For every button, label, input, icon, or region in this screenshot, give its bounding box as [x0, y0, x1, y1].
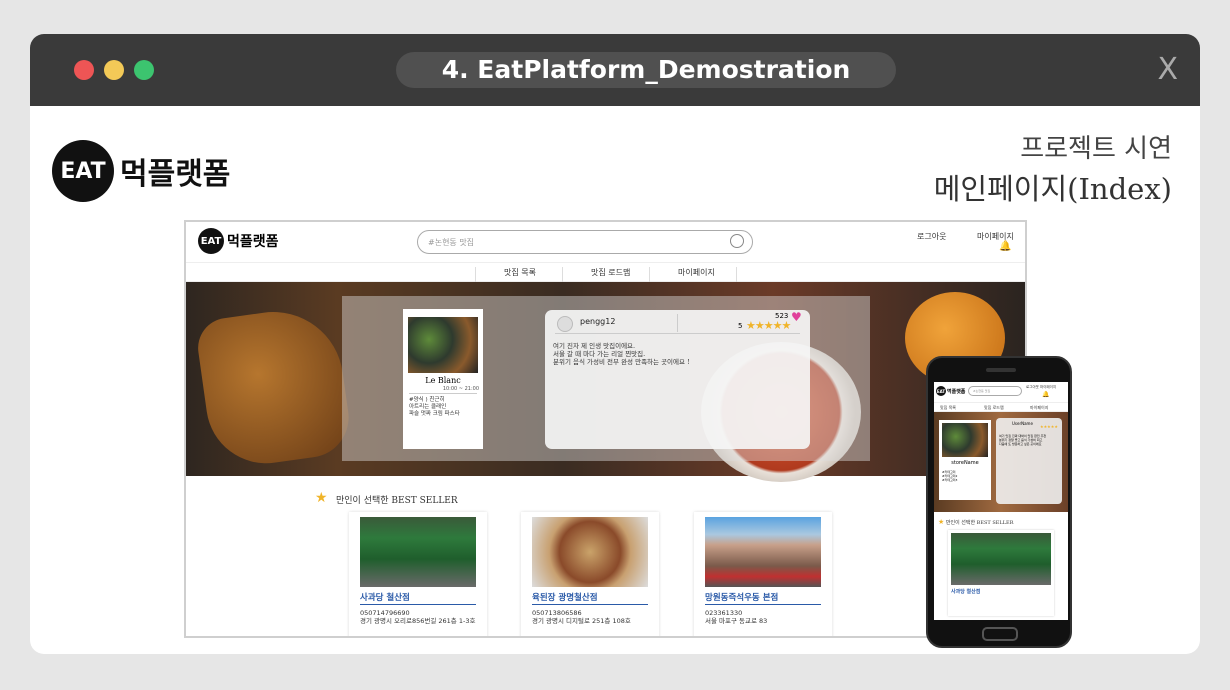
store-name[interactable]: 망원동즉석우동 본점 [705, 591, 778, 603]
mobile-search-input[interactable]: #논현동 맛집 [968, 386, 1022, 396]
store-name: storeName [951, 460, 979, 466]
store-image [360, 517, 476, 587]
search-input[interactable]: #논현동 맛집 [417, 230, 753, 254]
bestseller-label: 만인이 선택한 BEST SELLER [945, 520, 1014, 526]
store-phone: 050713806586 [532, 609, 582, 617]
bell-icon[interactable]: 🔔 [1042, 391, 1049, 398]
slide-subheading: 메인페이지(Index) [933, 172, 1172, 206]
divider [409, 393, 477, 394]
store-card[interactable]: 망원동즉석우동 본점 023361330 서울 마포구 동교로 83 [694, 512, 832, 636]
close-icon[interactable]: X [1157, 52, 1178, 88]
site-logo-text: 먹플랫폼 [227, 234, 279, 250]
main-nav: 맛집 목록 맛집 로드맵 마이페이지 [186, 262, 1025, 283]
minimize-dot-icon[interactable] [104, 60, 124, 80]
store-address: 경기 광명시 오리로856번길 261층 1-3호 [360, 617, 476, 625]
mobile-bestseller-title: ★ 만인이 선택한 BEST SELLER [938, 518, 1013, 526]
store-address: 경기 광명시 디지털로 251층 108호 [532, 617, 631, 625]
window-title: 4. EatPlatform_Demostration [396, 52, 896, 88]
slide-heading: 프로젝트 시연 [1020, 134, 1172, 164]
avatar [557, 316, 573, 332]
site-logo-mark: EAT [198, 228, 224, 254]
star-rating-icon: ★★★★★ [746, 319, 791, 332]
review-score: 5 [738, 322, 743, 330]
hero-banner: Le Blanc 10:00 ~ 21:00 #양식 ) 친근히 아트리는 클래… [186, 282, 1025, 531]
divider [360, 604, 476, 605]
close-dot-icon[interactable] [74, 60, 94, 80]
featured-store-name: Le Blanc [425, 376, 461, 385]
maximize-dot-icon[interactable] [134, 60, 154, 80]
mobile-top-links[interactable]: 로그아웃 마이페이지 [1026, 385, 1056, 390]
review-text: 여기 맛집 진짜 대박이 맛집 완전 추천 분위기 정말 좋고 음식 가성비 최… [999, 434, 1047, 446]
store-name[interactable]: 사과당 철산점 [951, 588, 980, 595]
star-icon: ★ [315, 490, 328, 506]
mobile-nav: 맛집 목록 맛집 로드맵 마이페이지 [934, 402, 1068, 412]
star-rating-icon: ★★★★★ [1040, 424, 1058, 429]
mobile-store-card[interactable]: 사과당 철산점 [948, 530, 1054, 616]
nav-item-mypage[interactable]: 마이페이지 [649, 267, 737, 283]
mobile-logo-text: 먹플랫폼 [947, 388, 966, 395]
logo-mark: EAT [52, 140, 114, 202]
presentation-window: 4. EatPlatform_Demostration X EAT 먹플랫폼 프… [30, 34, 1200, 654]
review-card[interactable]: pengg12 523 ♥ 5 ★★★★★ 여기 진자 제 인생 맛집이에요. … [545, 310, 810, 449]
mobile-store-card[interactable]: storeName #카테고리 #카테고리2 #카테고리3 [939, 420, 991, 500]
store-card[interactable]: 사과당 철산점 050714796690 경기 광명시 오리로856번길 261… [349, 512, 487, 636]
mobile-screen: EAT 먹플랫폼 #논현동 맛집 로그아웃 마이페이지 🔔 맛집 목록 맛집 로… [934, 382, 1068, 620]
divider [705, 604, 821, 605]
store-card[interactable]: 육된장 광명철산점 050713806586 경기 광명시 디지털로 251층 … [521, 512, 659, 636]
store-address: 서울 마포구 동교로 83 [705, 617, 768, 625]
nav-item-list[interactable]: 맛집 목록 [940, 405, 956, 411]
mobile-logo-mark: EAT [936, 386, 946, 396]
title-bar: 4. EatPlatform_Demostration X [30, 34, 1200, 106]
bell-icon[interactable]: 🔔 [999, 241, 1011, 252]
hero-bread-image [194, 302, 354, 472]
mobile-logo[interactable]: EAT 먹플랫폼 [936, 386, 965, 396]
divider [532, 604, 648, 605]
featured-store-desc: #양식 ) 친근히 아트리는 클래인 파슬 멋짜 크림 파스타 [409, 397, 460, 417]
store-image [532, 517, 648, 587]
review-user: pengg12 [580, 317, 616, 326]
brand-logo: EAT 먹플랫폼 [52, 140, 230, 202]
divider [677, 314, 678, 332]
featured-store-card[interactable]: Le Blanc 10:00 ~ 21:00 #양식 ) 친근히 아트리는 클래… [403, 309, 483, 449]
mobile-mockup: EAT 먹플랫폼 #논현동 맛집 로그아웃 마이페이지 🔔 맛집 목록 맛집 로… [926, 356, 1072, 648]
store-image [942, 423, 988, 457]
nav-item-roadmap[interactable]: 맛집 로드맵 [562, 267, 650, 283]
desktop-screenshot: EAT 먹플랫폼 #논현동 맛집 로그아웃 마이페이지 🔔 맛집 목록 맛집 로… [184, 220, 1027, 638]
store-image [705, 517, 821, 587]
store-image [951, 533, 1051, 585]
featured-store-hours: 10:00 ~ 21:00 [442, 386, 479, 392]
review-user: UserName [1012, 421, 1033, 426]
mobile-review-card[interactable]: UserName ★★★★★ 여기 맛집 진짜 대박이 맛집 완전 추천 분위기… [996, 418, 1062, 504]
heart-icon[interactable]: ♥ [791, 310, 802, 324]
featured-store-image [408, 317, 478, 373]
review-text: 여기 진자 제 인생 맛집이에요. 서울 갈 때 마다 가는 리얼 찐맛집. 분… [553, 342, 690, 366]
search-icon[interactable] [730, 234, 744, 248]
site-logo[interactable]: EAT 먹플랫폼 [198, 228, 279, 254]
mobile-hero: storeName #카테고리 #카테고리2 #카테고리3 UserName ★… [934, 412, 1068, 512]
nav-item-roadmap[interactable]: 맛집 로드맵 [984, 405, 1004, 411]
home-button[interactable] [982, 627, 1018, 641]
star-icon: ★ [938, 518, 945, 526]
store-desc: #카테고리 #카테고리2 #카테고리3 [942, 470, 958, 482]
search-placeholder: #논현동 맛집 [428, 238, 475, 247]
nav-item-list[interactable]: 맛집 목록 [475, 267, 563, 283]
divider [555, 333, 800, 334]
logout-link[interactable]: 로그아웃 [917, 231, 946, 242]
logo-text: 먹플랫폼 [120, 157, 231, 192]
bestseller-title: 만인이 선택한 BEST SELLER [336, 496, 458, 506]
store-phone: 023361330 [705, 609, 743, 617]
store-name[interactable]: 사과당 철산점 [360, 591, 410, 603]
store-phone: 050714796690 [360, 609, 410, 617]
nav-item-mypage[interactable]: 마이페이지 [1030, 405, 1048, 411]
speaker [986, 368, 1016, 372]
store-name[interactable]: 육된장 광명철산점 [532, 591, 598, 603]
